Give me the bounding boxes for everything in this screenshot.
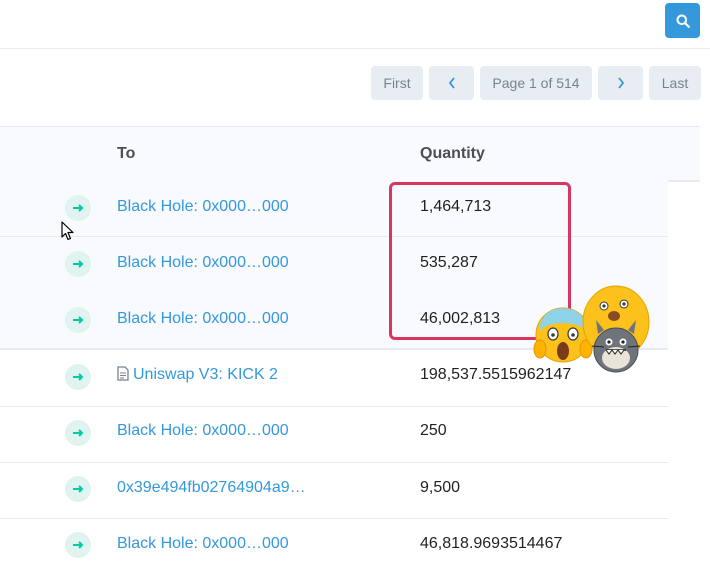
mouse-cursor-icon [61, 221, 74, 241]
top-bar [0, 0, 710, 49]
last-page-button[interactable]: Last [649, 66, 701, 100]
transfer-arrow-icon [65, 364, 91, 390]
first-page-button[interactable]: First [371, 66, 423, 100]
to-address-link[interactable]: Black Hole: 0x000…000 [117, 422, 289, 440]
search-button[interactable] [665, 3, 700, 38]
transfer-arrow-icon [65, 532, 91, 558]
transfer-arrow-icon [65, 307, 91, 333]
quantity-value: 198,537.5515962147 [420, 366, 572, 383]
transfer-arrow-icon [65, 195, 91, 221]
table-row: 0x39e494fb02764904a9… 9,500 [0, 462, 668, 519]
next-page-button[interactable] [598, 66, 643, 100]
to-address-link[interactable]: Black Hole: 0x000…000 [117, 535, 289, 553]
pagination: First Page 1 of 514 Last [0, 66, 710, 100]
quantity-value: 250 [420, 422, 447, 439]
to-address-link[interactable]: Black Hole: 0x000…000 [117, 254, 289, 272]
transfer-arrow-icon [65, 420, 91, 446]
previous-page-button[interactable] [429, 66, 474, 100]
contract-file-icon [117, 366, 129, 381]
chevron-right-icon [617, 77, 624, 89]
table-header: To Quantity [0, 126, 700, 182]
table-row: Black Hole: 0x000…000 46,818.9693514467 [0, 518, 668, 574]
to-address-link[interactable]: 0x39e494fb02764904a9… [117, 479, 306, 497]
to-column-header: To [117, 145, 136, 162]
cartoon-characters-sticker-icon [582, 285, 650, 373]
to-address-link[interactable]: Black Hole: 0x000…000 [117, 310, 289, 328]
quantity-value: 9,500 [420, 479, 461, 496]
to-address-link[interactable]: Black Hole: 0x000…000 [117, 198, 289, 216]
search-icon [676, 14, 690, 28]
chevron-left-icon [448, 77, 455, 89]
transfer-arrow-icon [65, 476, 91, 502]
quantity-value: 46,818.9693514467 [420, 535, 563, 552]
page-indicator: Page 1 of 514 [480, 66, 592, 100]
to-address-label: Uniswap V3: KICK 2 [133, 366, 278, 383]
transfer-arrow-icon [65, 251, 91, 277]
to-address-link[interactable]: Uniswap V3: KICK 2 [117, 366, 278, 384]
quantity-column-header: Quantity [420, 145, 485, 162]
table-row: Black Hole: 0x000…000 250 [0, 406, 668, 463]
